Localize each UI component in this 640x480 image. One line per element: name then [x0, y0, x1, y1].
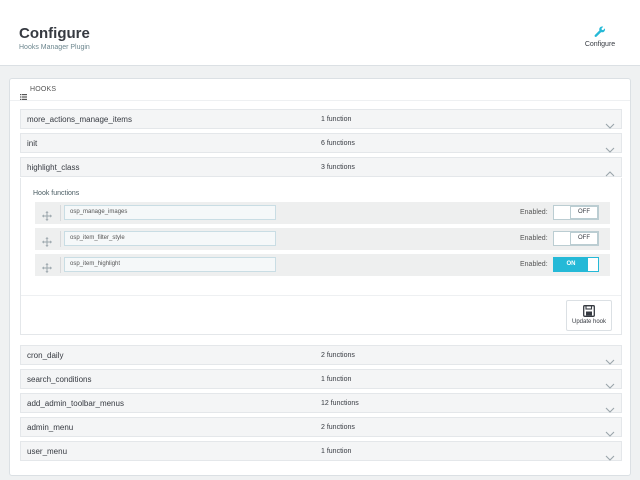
hook-count: 2 functions [321, 424, 355, 431]
panel-heading: HOOKS [10, 79, 630, 101]
row-separator [60, 205, 61, 221]
chevron-down-icon [605, 352, 615, 370]
toggle-on-side [554, 206, 570, 219]
enabled-label: Enabled: [520, 209, 548, 216]
list-icon [20, 87, 27, 105]
function-row: osp_manage_images Enabled: OFF [35, 202, 610, 224]
hook-name: user_menu [27, 447, 68, 456]
hook-name: more_actions_manage_items [27, 115, 132, 124]
hook-row-cron-daily[interactable]: cron_daily 2 functions [20, 345, 622, 365]
wrench-icon [582, 26, 618, 38]
page-header: Configure Hooks Manager Plugin Configure [0, 0, 640, 66]
hook-row-admin-menu[interactable]: admin_menu 2 functions [20, 417, 622, 437]
hook-count: 2 functions [321, 352, 355, 359]
hook-body-highlight-class: Hook functions osp_manage_images Enabled… [20, 178, 622, 335]
chevron-down-icon [605, 448, 615, 466]
hook-count: 12 functions [321, 400, 359, 407]
hook-name: add_admin_toolbar_menus [27, 399, 124, 408]
enabled-label: Enabled: [520, 235, 548, 242]
hook-name: admin_menu [27, 423, 74, 432]
enabled-toggle[interactable]: OFF [553, 205, 599, 220]
row-separator [60, 231, 61, 247]
toggle-state: OFF [570, 206, 598, 219]
hook-name: search_conditions [27, 375, 92, 384]
hook-functions-label: Hook functions [33, 190, 80, 197]
function-name-field[interactable]: osp_item_highlight [64, 257, 276, 272]
hook-name: init [27, 139, 38, 148]
hook-row-init[interactable]: init 6 functions [20, 133, 622, 153]
hook-row-search-conditions[interactable]: search_conditions 1 function [20, 369, 622, 389]
enabled-toggle[interactable]: OFF [553, 231, 599, 246]
configure-button[interactable]: Configure [582, 26, 618, 56]
hook-row-highlight-class[interactable]: highlight_class 3 functions [20, 157, 622, 177]
toggle-state: ON [554, 258, 588, 271]
update-hook-button[interactable]: Update hook [566, 300, 612, 331]
hook-count: 1 function [321, 376, 352, 383]
enabled-label: Enabled: [520, 261, 548, 268]
chevron-down-icon [605, 424, 615, 442]
page-subtitle: Hooks Manager Plugin [19, 44, 90, 51]
toggle-on-side [554, 232, 570, 245]
chevron-down-icon [605, 140, 615, 158]
update-hook-label: Update hook [571, 319, 607, 325]
hook-name: highlight_class [27, 163, 80, 172]
floppy-disk-icon [567, 305, 611, 317]
function-name-field[interactable]: osp_item_filter_style [64, 231, 276, 246]
move-arrows-icon[interactable] [42, 234, 52, 252]
chevron-down-icon [605, 116, 615, 134]
hook-count: 1 function [321, 116, 352, 123]
panel-heading-text: HOOKS [30, 86, 57, 93]
row-separator [60, 257, 61, 273]
configure-label: Configure [584, 41, 616, 48]
page-title: Configure [19, 25, 90, 42]
hook-row-add-admin-toolbar-menus[interactable]: add_admin_toolbar_menus 12 functions [20, 393, 622, 413]
hook-row-more-actions-manage-items[interactable]: more_actions_manage_items 1 function [20, 109, 622, 129]
hooks-panel: HOOKS more_actions_manage_items 1 functi… [9, 78, 631, 476]
hook-name: cron_daily [27, 351, 64, 360]
function-row: osp_item_filter_style Enabled: OFF [35, 228, 610, 250]
move-arrows-icon[interactable] [42, 260, 52, 278]
hook-count: 3 functions [321, 164, 355, 171]
toggle-off-side [588, 258, 598, 271]
hook-count: 1 function [321, 448, 352, 455]
toggle-state: OFF [570, 232, 598, 245]
enabled-toggle[interactable]: ON [553, 257, 599, 272]
chevron-down-icon [605, 400, 615, 418]
hook-row-user-menu[interactable]: user_menu 1 function [20, 441, 622, 461]
move-arrows-icon[interactable] [42, 208, 52, 226]
function-name-field[interactable]: osp_manage_images [64, 205, 276, 220]
function-row: osp_item_highlight Enabled: ON [35, 254, 610, 276]
divider [21, 295, 621, 296]
hook-count: 6 functions [321, 140, 355, 147]
chevron-down-icon [605, 376, 615, 394]
